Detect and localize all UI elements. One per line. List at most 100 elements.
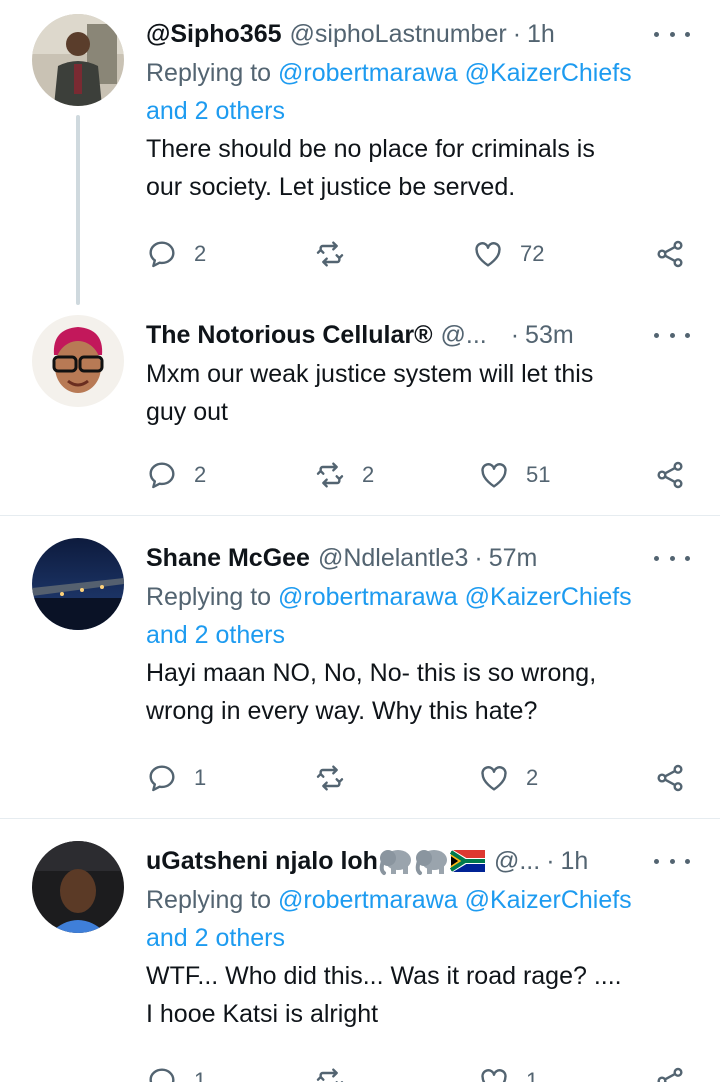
replying-to: Replying to @robertmarawa @KaizerChiefs: [146, 54, 690, 92]
replying-prefix: Replying to: [146, 59, 279, 87]
separator-dot: ·: [512, 19, 522, 48]
tweet-text-line: WTF... Who did this... Was it road rage?…: [146, 962, 622, 990]
replying-others[interactable]: and 2 others: [146, 621, 285, 649]
south-africa-flag-emoji: [449, 849, 485, 873]
share-button[interactable]: [654, 758, 686, 798]
replying-mentions[interactable]: @robertmarawa @KaizerChiefs: [278, 59, 632, 87]
tweet-text-line: our society. Let justice be served.: [146, 173, 516, 201]
separator-dot: ·: [510, 320, 520, 349]
more-icon[interactable]: [654, 851, 690, 871]
tweet-header: The Notorious Cellular® @... · 53m: [146, 315, 690, 355]
like-button[interactable]: 72: [472, 234, 544, 274]
tweet[interactable]: The Notorious Cellular® @... · 53m Mxm o…: [0, 305, 720, 515]
like-count: 51: [526, 462, 551, 487]
reply-button[interactable]: 1: [146, 758, 206, 798]
display-name[interactable]: Shane McGee: [146, 544, 310, 573]
separator-dot: ·: [474, 543, 483, 572]
tweet-actions: 2 2 51: [146, 455, 690, 495]
retweet-button[interactable]: 2: [314, 455, 374, 495]
replying-mentions[interactable]: @robertmarawa @KaizerChiefs: [278, 583, 632, 611]
elephant-emoji: [415, 850, 447, 875]
like-count: 2: [526, 765, 539, 790]
tweet-header: uGatsheni njalo loh @... · 1h: [146, 841, 690, 881]
more-icon[interactable]: [654, 548, 690, 568]
avatar[interactable]: [32, 841, 124, 933]
share-icon: [657, 240, 683, 268]
reply-icon: [149, 765, 175, 792]
like-button[interactable]: 1: [478, 1061, 538, 1082]
username[interactable]: @...: [441, 321, 487, 350]
tweet-header: Shane McGee @Ndlelantle3 · 57m: [146, 538, 690, 578]
tweet-text-line: Mxm our weak justice system will let thi…: [146, 360, 594, 388]
retweet-count: 2: [362, 462, 375, 487]
replying-others[interactable]: and 2 others: [146, 97, 285, 125]
tweet[interactable]: Shane McGee @Ndlelantle3 · 57m Replying …: [0, 516, 720, 818]
tweet-content: Shane McGee @Ndlelantle3 · 57m Replying …: [146, 538, 690, 730]
username[interactable]: @Ndlelantle3: [318, 544, 468, 573]
reply-button[interactable]: 1: [146, 1061, 206, 1082]
separator-dot: ·: [546, 846, 555, 875]
avatar[interactable]: [32, 315, 124, 407]
share-icon: [657, 1067, 683, 1082]
share-button[interactable]: [654, 1061, 686, 1082]
replying-others-line: and 2 others: [146, 92, 690, 130]
tweet[interactable]: uGatsheni njalo loh @... · 1h Replying t…: [0, 819, 720, 1082]
reply-button[interactable]: 2: [146, 455, 206, 495]
avatar[interactable]: [32, 14, 124, 106]
replying-others-line: and 2 others: [146, 616, 690, 654]
reply-count: 2: [194, 462, 207, 487]
retweet-button[interactable]: [314, 1061, 362, 1082]
share-button[interactable]: [654, 455, 686, 495]
tweet-feed: @Sipho365 @siphoLastnumber · 1h Replying…: [0, 0, 720, 1082]
reply-icon: [149, 241, 175, 268]
timestamp[interactable]: 1h: [561, 847, 589, 876]
tweet-text-line: guy out: [146, 398, 229, 426]
replying-prefix: Replying to: [146, 583, 279, 611]
tweet-text-line: wrong in every way. Why this hate?: [146, 697, 538, 725]
tweet-text-line: There should be no place for criminals i…: [146, 135, 595, 163]
more-icon[interactable]: [654, 24, 690, 44]
thread-line: [76, 115, 80, 305]
tweet-actions: 1 1: [146, 1061, 690, 1082]
tweet-content: The Notorious Cellular® @... · 53m Mxm o…: [146, 315, 690, 431]
replying-prefix: Replying to: [146, 886, 279, 914]
tweet-content: @Sipho365 @siphoLastnumber · 1h Replying…: [146, 14, 690, 206]
replying-others-line: and 2 others: [146, 919, 690, 957]
more-icon[interactable]: [654, 325, 690, 345]
replying-mentions[interactable]: @robertmarawa @KaizerChiefs: [278, 886, 632, 914]
retweet-button[interactable]: [314, 758, 362, 798]
timestamp[interactable]: 1h: [527, 20, 555, 49]
replying-to: Replying to @robertmarawa @KaizerChiefs: [146, 578, 690, 616]
replying-others[interactable]: and 2 others: [146, 924, 285, 952]
retweet-button[interactable]: [314, 234, 362, 274]
reply-button[interactable]: 2: [146, 234, 206, 274]
tweet-text-line: Hayi maan NO, No, No- this is so wrong,: [146, 659, 597, 687]
display-name[interactable]: The Notorious Cellular®: [146, 321, 433, 350]
like-button[interactable]: 51: [478, 455, 550, 495]
display-name[interactable]: uGatsheni njalo loh: [146, 847, 378, 876]
share-icon: [657, 461, 683, 489]
tweet[interactable]: @Sipho365 @siphoLastnumber · 1h Replying…: [0, 0, 720, 305]
elephant-emoji: [379, 850, 411, 875]
tweet-text-line: I hooe Katsi is alright: [146, 1000, 379, 1028]
like-icon: [481, 766, 507, 791]
timestamp[interactable]: 57m: [489, 544, 538, 573]
display-name[interactable]: @Sipho365: [146, 20, 282, 49]
username[interactable]: @siphoLastnumber: [290, 20, 507, 49]
retweet-icon: [316, 1068, 344, 1082]
username[interactable]: @...: [494, 847, 540, 876]
timestamp[interactable]: 53m: [525, 321, 574, 350]
reply-icon: [149, 1068, 175, 1082]
share-icon: [657, 764, 683, 792]
tweet-header: @Sipho365 @siphoLastnumber · 1h: [146, 14, 690, 54]
reply-count: 1: [194, 765, 207, 790]
replying-to: Replying to @robertmarawa @KaizerChiefs: [146, 881, 690, 919]
avatar[interactable]: [32, 538, 124, 630]
like-button[interactable]: 2: [478, 758, 538, 798]
like-icon: [481, 1069, 507, 1082]
retweet-icon: [316, 462, 344, 488]
tweet-actions: 1 2: [146, 758, 690, 798]
like-count: 72: [520, 241, 545, 266]
like-icon: [475, 242, 501, 267]
share-button[interactable]: [654, 234, 686, 274]
